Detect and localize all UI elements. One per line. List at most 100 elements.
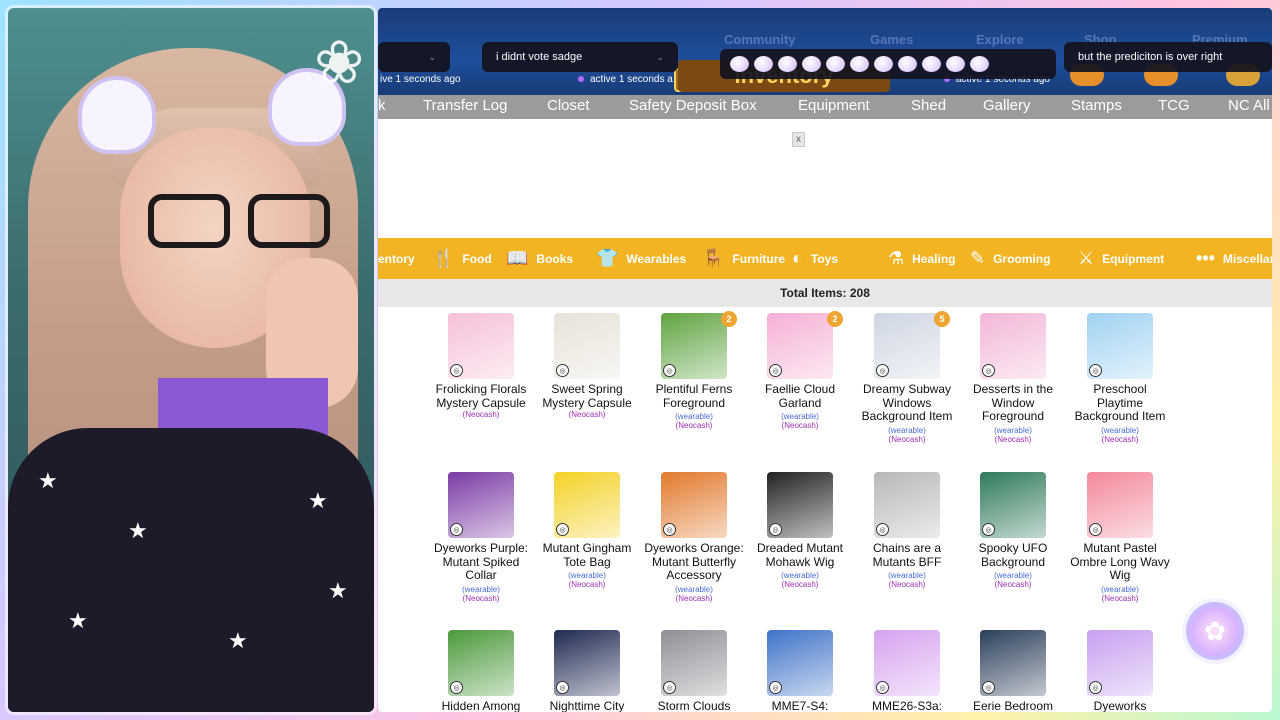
item-image[interactable]: ◎ <box>1087 630 1153 696</box>
neocash-tag: (Neocash) <box>462 593 500 603</box>
quantity-badge: 5 <box>934 311 950 327</box>
neocash-tag: (Neocash) <box>994 434 1032 444</box>
item-image[interactable]: ◎ <box>767 472 833 538</box>
ball-icon: ◐ <box>792 248 803 268</box>
category-tab-3[interactable]: 📖 Books <box>506 238 573 279</box>
inventory-subnav: k Transfer Log Closet Safety Deposit Box… <box>378 95 1272 119</box>
subnav-item-back[interactable]: k <box>378 97 386 114</box>
category-tab-10[interactable]: ••• Miscellan <box>1196 238 1272 279</box>
inventory-item[interactable]: ◎ Storm Clouds <box>644 630 744 712</box>
subnav-item-stamps[interactable]: Stamps <box>1071 97 1122 114</box>
inventory-item[interactable]: ◎ MME7-S4: <box>750 630 850 712</box>
item-image[interactable]: ◎ <box>767 630 833 696</box>
item-image[interactable]: 5 ◎ <box>874 311 950 379</box>
category-tab-7[interactable]: ⚗ Healing <box>888 238 955 279</box>
item-image[interactable]: ◎ <box>1087 472 1153 538</box>
subnav-item-gallery[interactable]: Gallery <box>983 97 1031 114</box>
subnav-item-nc-all[interactable]: NC All <box>1228 97 1270 114</box>
nc-item-icon: ◎ <box>876 364 889 377</box>
webcam-panel: ★ ★ ★ ★ ★ ★ ❀ <box>8 8 374 712</box>
subnav-item-shed[interactable]: Shed <box>911 97 946 114</box>
category-tab-4[interactable]: 👕 Wearables <box>596 238 686 279</box>
item-image[interactable]: ◎ <box>980 313 1046 379</box>
inventory-item[interactable]: ◎ Chains are a Mutants BFF (wearable) (Neoc… <box>857 472 957 589</box>
inventory-item[interactable]: 2 ◎ Plentiful Ferns Foreground (wearable) (N… <box>644 311 744 430</box>
inventory-item[interactable]: ◎ Dyeworks Purple: Mutant Spiked Collar (w… <box>431 472 531 603</box>
nc-item-icon: ◎ <box>769 364 782 377</box>
paw-print-icon: ❀ <box>314 29 365 96</box>
category-tab-1[interactable]: entory <box>378 238 415 279</box>
category-tab-6[interactable]: ◐ Toys <box>792 238 838 279</box>
category-tab-9[interactable]: ⚔ Equipment <box>1078 238 1164 279</box>
item-image[interactable]: ◎ <box>980 630 1046 696</box>
inventory-item[interactable]: 5 ◎ Dreamy Subway Windows Background Item(… <box>857 311 957 444</box>
category-label: entory <box>378 251 415 266</box>
category-tab-8[interactable]: ✎ Grooming <box>970 238 1050 279</box>
category-label: Equipment <box>1102 251 1165 266</box>
inventory-item[interactable]: ◎ Frolicking Florals Mystery Capsule (Neoc… <box>431 313 531 419</box>
item-image[interactable]: ◎ <box>661 630 727 696</box>
inventory-item[interactable]: ◎ Mutant Pastel Ombre Long Wavy Wig (weara… <box>1070 472 1170 603</box>
item-image[interactable]: ◎ <box>874 472 940 538</box>
wearable-tag: (wearable) <box>568 571 606 580</box>
item-image[interactable]: ◎ <box>554 472 620 538</box>
inventory-item[interactable]: ◎ Nighttime City <box>537 630 637 712</box>
comb-icon: ✎ <box>970 248 986 268</box>
wearable-tag: (wearable) <box>1101 584 1139 594</box>
chat-emote-row <box>720 49 1056 79</box>
item-image[interactable]: ◎ <box>554 630 620 696</box>
chat-emote <box>730 56 749 72</box>
item-image[interactable]: ◎ <box>874 630 940 696</box>
inventory-item[interactable]: ◎ MME26-S3a: <box>857 630 957 712</box>
paw-icon: ✿ <box>1182 598 1248 664</box>
inventory-item[interactable]: ◎ Dyeworks <box>1070 630 1170 712</box>
item-image[interactable]: ◎ <box>448 472 514 538</box>
book-icon: 📖 <box>506 248 529 268</box>
neocash-tag: (Neocash) <box>994 580 1032 589</box>
sword-icon: ⚔ <box>1078 248 1095 268</box>
inventory-item[interactable]: ◎ Dyeworks Orange: Mutant Butterfly Acces… <box>644 472 744 603</box>
wearable-tag: (wearable) <box>781 571 819 580</box>
inventory-item[interactable]: ◎ Eerie Bedroom <box>963 630 1063 712</box>
item-image[interactable]: ◎ <box>980 472 1046 538</box>
item-name: Preschool Playtime Background Item <box>1074 382 1166 423</box>
inventory-item[interactable]: ◎ Hidden Among <box>431 630 531 712</box>
nav-games[interactable]: Games <box>870 32 913 47</box>
chair-icon: 🪑 <box>702 248 725 268</box>
item-name: MME7-S4: <box>771 699 829 712</box>
nc-item-icon: ◎ <box>876 681 889 694</box>
inventory-item[interactable]: ◎ Spooky UFO Background (wearable) (Neocash… <box>963 472 1063 589</box>
item-image[interactable]: ◎ <box>1087 313 1153 379</box>
inventory-item[interactable]: ◎ Sweet Spring Mystery Capsule (Neocash) <box>537 313 637 419</box>
nav-community[interactable]: Community <box>724 32 796 47</box>
item-image[interactable]: ◎ <box>448 630 514 696</box>
item-image[interactable]: 2 ◎ <box>661 311 737 379</box>
inventory-item[interactable]: ◎ Dreaded Mutant Mohawk Wig (wearable) (Neo… <box>750 472 850 589</box>
item-name: MME26-S3a: <box>871 699 943 712</box>
inventory-item[interactable]: ◎ Preschool Playtime Background Item (wear… <box>1070 313 1170 444</box>
inventory-item[interactable]: 2 ◎ Faellie Cloud Garland (wearable) (Neocas… <box>750 311 850 430</box>
chat-message-left: i didnt vote sadge ⌄ <box>482 42 678 72</box>
subnav-item-equipment[interactable]: Equipment <box>798 97 870 114</box>
category-label: Toys <box>810 251 838 266</box>
item-image[interactable]: ◎ <box>554 313 620 379</box>
nav-explore[interactable]: Explore <box>976 32 1024 47</box>
subnav-item-safety-deposit-box[interactable]: Safety Deposit Box <box>629 97 757 114</box>
inventory-item[interactable]: ◎ Desserts in the Window Foreground (weara… <box>963 313 1063 444</box>
item-name: Chains are a Mutants BFF <box>872 541 942 569</box>
category-label: Healing <box>912 251 956 266</box>
inventory-item[interactable]: ◎ Mutant Gingham Tote Bag (wearable) (Neoca… <box>537 472 637 589</box>
subnav-item-closet[interactable]: Closet <box>547 97 590 114</box>
item-name: Nighttime City <box>549 699 625 712</box>
neocash-tag: (Neocash) <box>888 580 926 589</box>
category-tab-5[interactable]: 🪑 Furniture <box>702 238 785 279</box>
item-image[interactable]: ◎ <box>661 472 727 538</box>
subnav-item-tcg[interactable]: TCG <box>1158 97 1190 114</box>
category-bar: entory 🍴 Food 📖 Books 👕 Wearables 🪑 Furniture ◐ To… <box>378 238 1272 279</box>
ad-close-button[interactable]: x <box>792 132 805 147</box>
subnav-item-transfer-log[interactable]: Transfer Log <box>423 97 508 114</box>
category-tab-2[interactable]: 🍴 Food <box>432 238 492 279</box>
item-image[interactable]: ◎ <box>448 313 514 379</box>
item-image[interactable]: 2 ◎ <box>767 311 843 379</box>
neocash-tag: (Neocash) <box>888 434 926 444</box>
